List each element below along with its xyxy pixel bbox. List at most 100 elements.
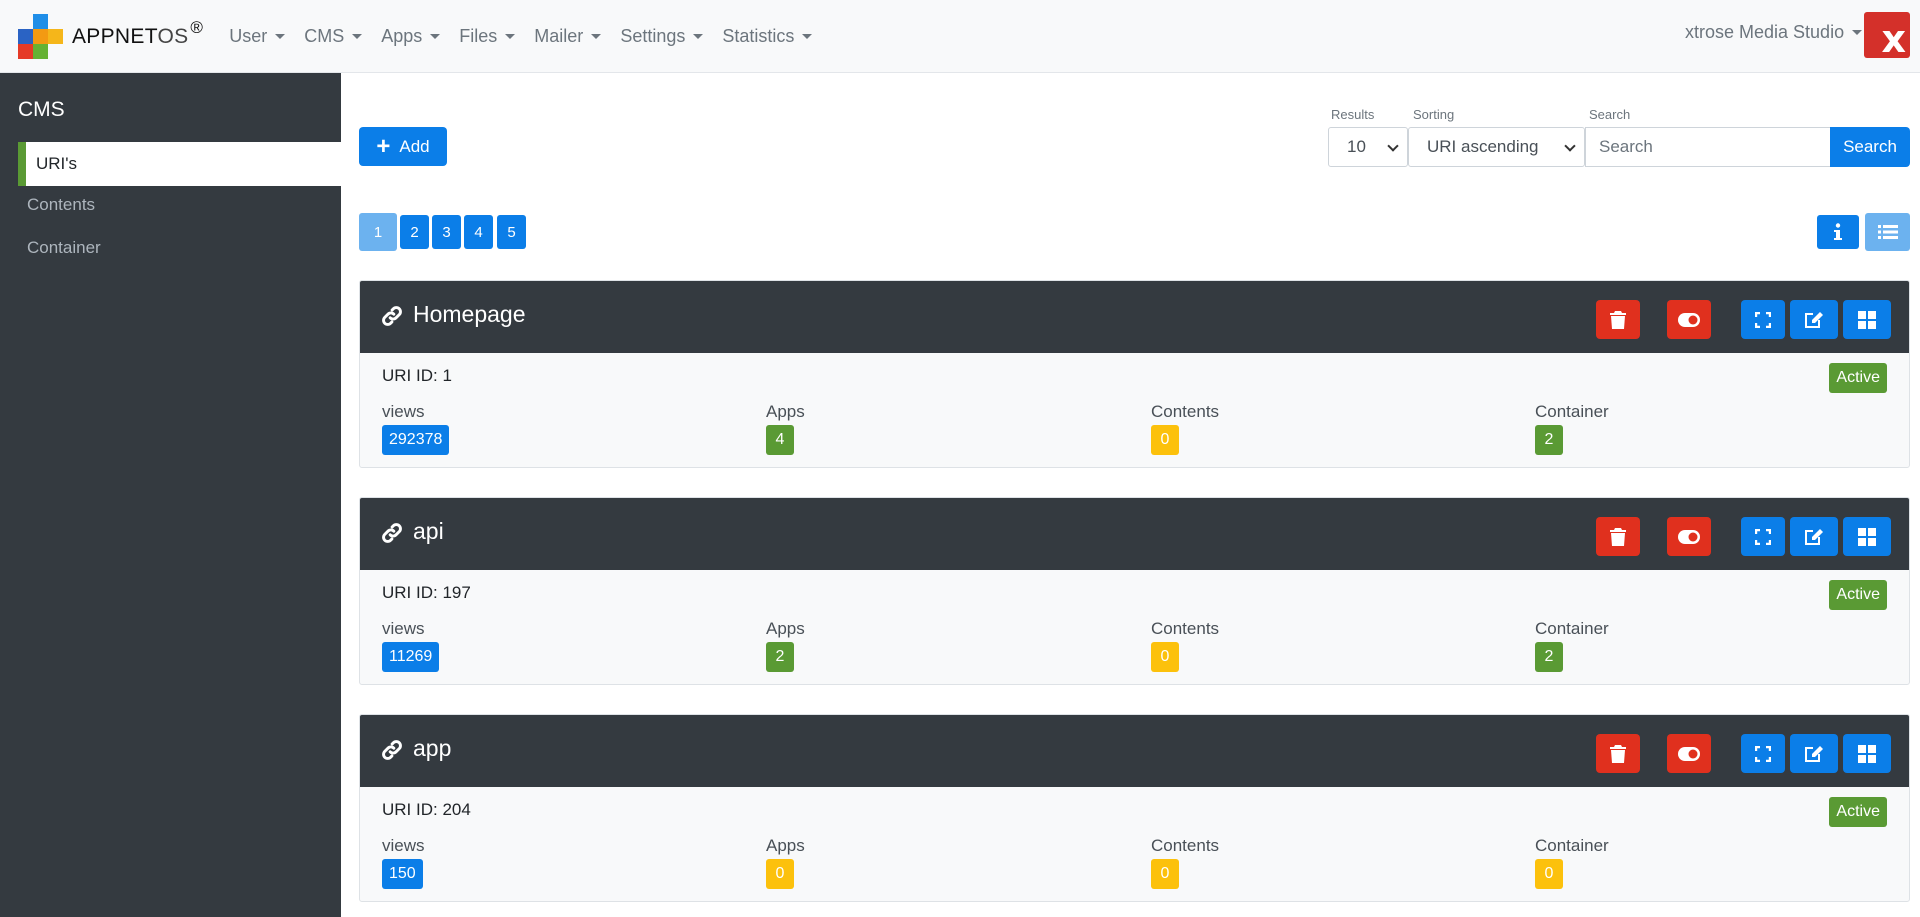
apps-badge: 4: [766, 425, 794, 455]
apps-badge: 0: [766, 859, 794, 889]
sidebar: CMS URI's Contents Container: [0, 73, 341, 917]
grid-icon: [1858, 744, 1876, 763]
grid-icon: [1858, 310, 1876, 329]
search-input[interactable]: Search: [1585, 127, 1831, 167]
edit-button[interactable]: [1790, 734, 1838, 773]
caret-down-icon: [1852, 30, 1863, 35]
sorting-select[interactable]: URI ascending: [1408, 127, 1585, 167]
page-5-button[interactable]: 5: [497, 215, 526, 249]
layout-button[interactable]: [1843, 300, 1891, 339]
uri-card: Homepage URI ID: 1 Active views 292378 A…: [359, 280, 1910, 468]
brand-name: APPNETOS ®: [72, 18, 204, 48]
uri-id: URI ID: 1: [382, 366, 452, 385]
apps-badge: 2: [766, 642, 794, 672]
card-body: URI ID: 197 Active views 11269 Apps 2 Co…: [360, 570, 1909, 684]
delete-button[interactable]: [1596, 300, 1640, 339]
container-label: Container: [1535, 836, 1609, 855]
nav-settings[interactable]: Settings: [620, 26, 704, 47]
views-badge: 292378: [382, 425, 450, 455]
uri-id: URI ID: 204: [382, 800, 471, 819]
apps-label: Apps: [766, 619, 805, 638]
link-icon: [382, 523, 402, 543]
layout-button[interactable]: [1843, 734, 1891, 773]
views-badge: 150: [382, 859, 423, 889]
sidebar-item-uris[interactable]: URI's: [18, 142, 341, 186]
expand-icon: [1755, 528, 1771, 545]
nav-mailer[interactable]: Mailer: [534, 26, 602, 47]
contents-label: Contents: [1151, 619, 1220, 638]
nav-apps[interactable]: Apps: [381, 26, 441, 47]
contents-badge: 0: [1151, 425, 1179, 455]
nav-user[interactable]: User: [229, 26, 286, 47]
link-icon: [382, 306, 402, 326]
status-badge: Active: [1829, 580, 1887, 610]
toggle-active-button[interactable]: [1667, 734, 1711, 773]
apps-label: Apps: [766, 836, 805, 855]
chevron-down-icon: [1387, 140, 1399, 152]
caret-down-icon: [430, 33, 441, 39]
delete-button[interactable]: [1596, 517, 1640, 556]
sidebar-item-container[interactable]: Container: [27, 238, 101, 258]
views-label: views: [382, 836, 425, 855]
views-badge: 11269: [382, 642, 440, 672]
brand[interactable]: APPNETOS ®: [18, 0, 203, 73]
trash-icon: [1610, 744, 1626, 763]
page-1-button[interactable]: 1: [359, 213, 397, 251]
info-icon: [1834, 223, 1842, 240]
avatar[interactable]: x: [1864, 12, 1910, 58]
sidebar-title: CMS: [18, 98, 65, 121]
uri-title: Homepage: [413, 301, 526, 327]
expand-button[interactable]: [1741, 300, 1785, 339]
caret-down-icon: [693, 33, 704, 39]
page-3-button[interactable]: 3: [432, 215, 461, 249]
layout-button[interactable]: [1843, 517, 1891, 556]
contents-label: Contents: [1151, 836, 1220, 855]
plus-icon: +: [376, 132, 391, 160]
search-button[interactable]: Search: [1830, 127, 1910, 167]
chevron-down-icon: [1564, 140, 1576, 152]
container-badge: 2: [1535, 642, 1563, 672]
uri-card: api URI ID: 197 Active views 11269 Apps …: [359, 497, 1910, 685]
delete-button[interactable]: [1596, 734, 1640, 773]
nav-statistics[interactable]: Statistics: [722, 26, 813, 47]
edit-button[interactable]: [1790, 517, 1838, 556]
toggle-active-button[interactable]: [1667, 300, 1711, 339]
results-label: Results: [1331, 107, 1375, 122]
contents-badge: 0: [1151, 859, 1179, 889]
trash-icon: [1610, 527, 1626, 546]
card-header: Homepage: [360, 281, 1909, 353]
grid-icon: [1858, 527, 1876, 546]
sidebar-item-contents[interactable]: Contents: [27, 195, 95, 215]
card-body: URI ID: 204 Active views 150 Apps 0 Cont…: [360, 787, 1909, 901]
caret-down-icon: [352, 33, 363, 39]
main-menu: User CMS Apps Files Mailer Settings Stat…: [229, 26, 831, 47]
list-view-button[interactable]: [1865, 213, 1910, 251]
search-label: Search: [1589, 107, 1631, 122]
contents-badge: 0: [1151, 642, 1179, 672]
info-view-button[interactable]: [1817, 215, 1859, 249]
nav-cms[interactable]: CMS: [304, 26, 363, 47]
edit-icon: [1805, 311, 1823, 328]
edit-button[interactable]: [1790, 300, 1838, 339]
toggle-active-button[interactable]: [1667, 517, 1711, 556]
card-header: app: [360, 715, 1909, 787]
page-2-button[interactable]: 2: [400, 215, 429, 249]
brand-logo-icon: [18, 14, 63, 59]
add-button[interactable]: + Add: [359, 127, 447, 166]
user-menu[interactable]: xtrose Media Studio: [1685, 22, 1863, 43]
nav-files[interactable]: Files: [459, 26, 516, 47]
toggle-icon: [1678, 746, 1700, 761]
expand-button[interactable]: [1741, 734, 1785, 773]
container-badge: 2: [1535, 425, 1563, 455]
container-label: Container: [1535, 402, 1609, 421]
toggle-icon: [1678, 529, 1700, 544]
expand-button[interactable]: [1741, 517, 1785, 556]
card-body: URI ID: 1 Active views 292378 Apps 4 Con…: [360, 353, 1909, 467]
uri-id: URI ID: 197: [382, 583, 471, 602]
results-select[interactable]: 10: [1328, 127, 1408, 167]
card-header: api: [360, 498, 1909, 570]
container-badge: 0: [1535, 859, 1563, 889]
page-4-button[interactable]: 4: [464, 215, 493, 249]
container-label: Container: [1535, 619, 1609, 638]
link-icon: [382, 740, 402, 760]
